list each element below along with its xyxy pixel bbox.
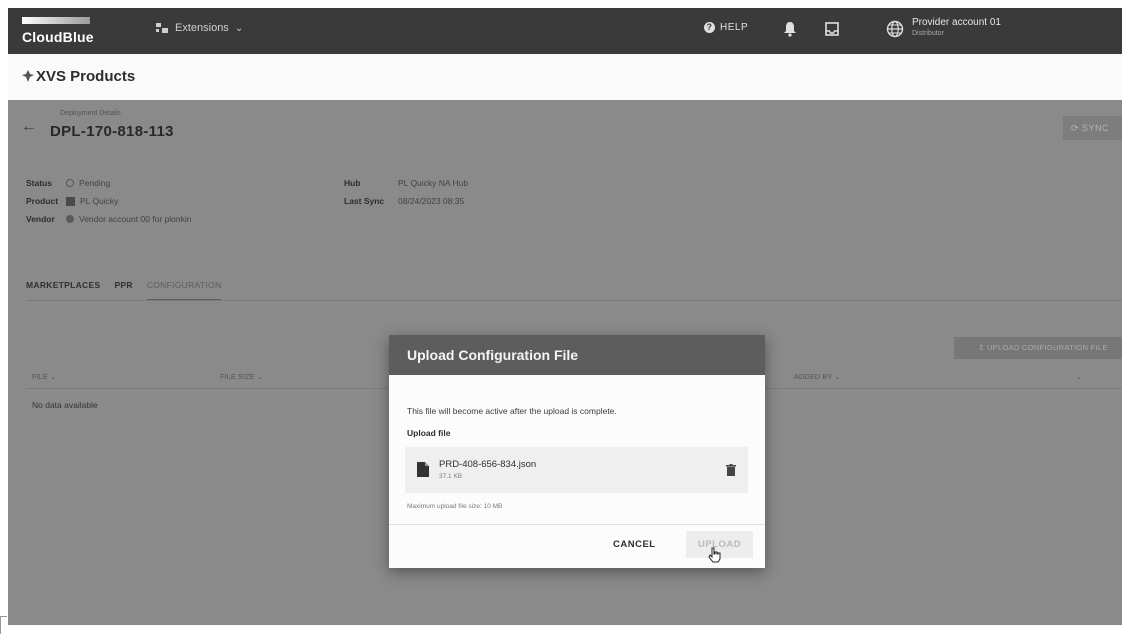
hand-cursor-icon [708, 547, 721, 563]
vendor-row: Vendor Vendor account 00 for plonkin [26, 214, 191, 224]
product-value[interactable]: PL Quicky [80, 196, 118, 206]
status-key: Status [26, 178, 52, 188]
upload-config-dialog: Upload Configuration File This file will… [389, 335, 765, 568]
lastsync-row: Last Sync 08/24/2023 08:35 [344, 196, 464, 206]
extensions-label: Extensions [175, 22, 229, 34]
status-value: Pending [79, 178, 111, 188]
lastsync-value: 08/24/2023 08:35 [398, 196, 465, 206]
col-added-by[interactable]: ADDED BY ⌄ [794, 372, 841, 381]
deployment-details-label: Deployment Details [60, 110, 121, 117]
product-bar: XVS Products [8, 54, 1122, 100]
hub-row: Hub PL Quicky NA Hub [344, 178, 468, 188]
globe-icon[interactable] [886, 20, 904, 38]
col-file[interactable]: FILE ⌄ [32, 372, 56, 381]
sync-label: SYNC [1082, 123, 1110, 133]
max-upload-size: Maximum upload file size: 10 MB [407, 503, 503, 510]
account-role: Distributor [912, 30, 944, 37]
app-page: CloudBlue Extensions ⌄ ? HELP Provider a… [8, 8, 1122, 625]
vendor-key: Vendor [26, 214, 55, 224]
cloudblue-logo[interactable]: CloudBlue [22, 29, 94, 45]
upload-configuration-label: UPLOAD CONFIGURATION FILE [986, 343, 1108, 352]
top-navbar: CloudBlue Extensions ⌄ ? HELP Provider a… [8, 8, 1122, 54]
deployment-tabs: MARKETPLACES PPR CONFIGURATION [26, 280, 222, 301]
chevron-down-icon: ⌄ [234, 22, 244, 34]
bell-icon[interactable] [783, 21, 797, 37]
logo-stripe [22, 17, 90, 24]
product-key: Product [26, 196, 59, 206]
help-label: HELP [720, 22, 749, 33]
upload-file-label: Upload file [407, 428, 451, 438]
vendor-value[interactable]: Vendor account 00 for plonkin [79, 214, 191, 224]
column-options-icon[interactable]: ⌄ [1076, 372, 1082, 381]
cancel-button[interactable]: CANCEL [613, 539, 656, 550]
col-file-size[interactable]: FILE SIZE ⌄ [220, 372, 263, 381]
tab-configuration[interactable]: CONFIGURATION [146, 280, 222, 301]
tabs-divider [26, 300, 1122, 301]
tab-marketplaces[interactable]: MARKETPLACES [26, 280, 100, 301]
tab-ppr[interactable]: PPR [114, 280, 132, 301]
vendor-icon [66, 215, 74, 223]
screen-edge-mark [0, 616, 7, 634]
hub-value[interactable]: PL Quicky NA Hub [398, 178, 468, 188]
product-row: Product PL Quicky [26, 196, 118, 206]
delete-icon[interactable] [726, 464, 736, 476]
file-icon [417, 462, 429, 477]
account-name: Provider account 01 [912, 17, 1001, 28]
table-empty-message: No data available [32, 400, 98, 410]
account-switcher[interactable]: Provider account 01 Distributor [912, 17, 1001, 37]
file-size: 37.1 KB [439, 473, 463, 480]
inbox-icon[interactable] [825, 22, 839, 36]
lastsync-key: Last Sync [344, 196, 385, 206]
extensions-menu[interactable]: Extensions ⌄ [156, 22, 243, 34]
clock-icon [66, 179, 74, 187]
extensions-icon [156, 23, 168, 33]
product-icon [22, 70, 34, 82]
dialog-title: Upload Configuration File [389, 335, 765, 375]
sync-button[interactable]: ⟳ SYNC [1063, 116, 1122, 140]
product-logo-icon [66, 196, 75, 206]
help-icon: ? [704, 22, 715, 33]
dialog-note: This file will become active after the u… [407, 406, 617, 416]
status-row: Status Pending [26, 178, 110, 188]
hub-key: Hub [344, 178, 361, 188]
dialog-divider [389, 524, 765, 525]
back-arrow-icon[interactable]: ← [21, 118, 37, 136]
selected-file: PRD-408-656-834.json 37.1 KB [405, 447, 748, 493]
help-button[interactable]: ? HELP [704, 22, 748, 33]
upload-configuration-button[interactable]: ↥ UPLOAD CONFIGURATION FILE [954, 337, 1122, 359]
product-title: XVS Products [36, 68, 136, 85]
file-name: PRD-408-656-834.json [439, 459, 537, 470]
deployment-id: DPL-170-818-113 [50, 123, 174, 140]
